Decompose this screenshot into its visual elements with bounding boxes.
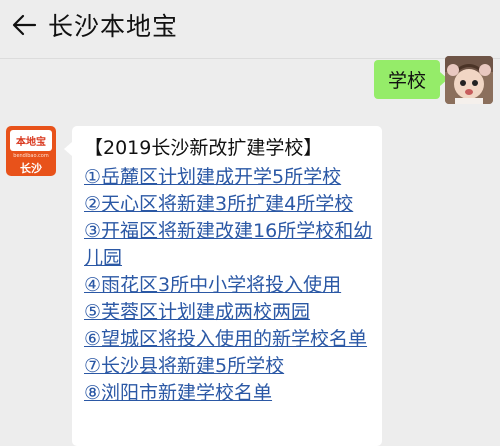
list-item[interactable]: ②天心区将新建3所扩建4所学校 xyxy=(84,191,382,218)
avatar-brand: 本地宝 xyxy=(10,130,52,151)
list-item[interactable]: ⑥望城区将投入使用的新学校名单 xyxy=(84,326,382,353)
incoming-message: 【2019长沙新改扩建学校】 ①岳麓区计划建成开学5所学校 ②天心区将新建3所扩… xyxy=(64,126,382,446)
top-bar: 长沙本地宝 xyxy=(0,0,500,50)
list-item[interactable]: ③开福区将新建改建16所学校和幼儿园 xyxy=(84,218,382,272)
message-heading: 【2019长沙新改扩建学校】 xyxy=(84,137,323,159)
avatar-site: bendibao.com xyxy=(13,153,49,159)
account-avatar[interactable]: 本地宝 bendibao.com 长沙 xyxy=(6,126,56,176)
list-item[interactable]: ⑧浏阳市新建学校名单 xyxy=(84,380,382,407)
list-item[interactable]: ⑦长沙县将新建5所学校 xyxy=(84,353,382,380)
header-divider xyxy=(0,58,500,59)
back-arrow-icon[interactable] xyxy=(10,11,38,39)
outgoing-message[interactable]: 学校 xyxy=(373,60,449,99)
user-avatar[interactable] xyxy=(445,56,493,104)
avatar-city: 长沙 xyxy=(20,162,42,175)
list-item[interactable]: ⑤芙蓉区计划建成两校两园 xyxy=(84,299,382,326)
chat-title: 长沙本地宝 xyxy=(48,12,179,41)
list-item[interactable]: ①岳麓区计划建成开学5所学校 xyxy=(84,164,382,191)
list-item[interactable]: ④雨花区3所中小学将投入使用 xyxy=(84,272,382,299)
